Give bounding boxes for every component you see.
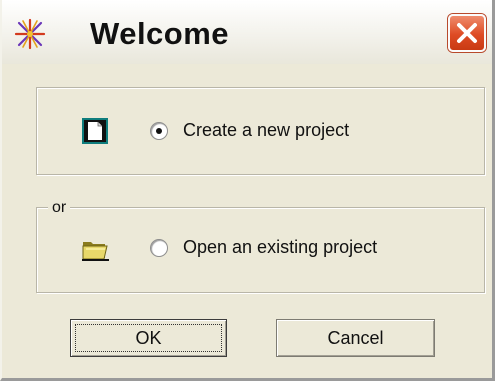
window-title: Welcome (90, 16, 230, 51)
open-existing-radio[interactable] (150, 239, 168, 257)
create-new-radio[interactable] (150, 122, 168, 140)
star-burst-icon (14, 18, 46, 50)
ok-button-label: OK (135, 328, 162, 348)
open-folder-icon (81, 236, 111, 267)
cancel-button-label: Cancel (327, 328, 384, 348)
create-new-label[interactable]: Create a new project (183, 120, 349, 141)
title-bar[interactable]: Welcome (2, 0, 492, 64)
group-separator-label: or (48, 199, 71, 217)
radio-selected-dot (156, 128, 162, 134)
ok-button[interactable]: OK (70, 319, 227, 357)
close-button[interactable] (448, 14, 486, 52)
open-existing-label[interactable]: Open an existing project (183, 237, 377, 258)
new-document-icon (81, 117, 109, 150)
cancel-button[interactable]: Cancel (276, 319, 435, 357)
close-icon (457, 23, 477, 43)
welcome-dialog: Welcome Create a new project or Open an … (0, 0, 495, 381)
